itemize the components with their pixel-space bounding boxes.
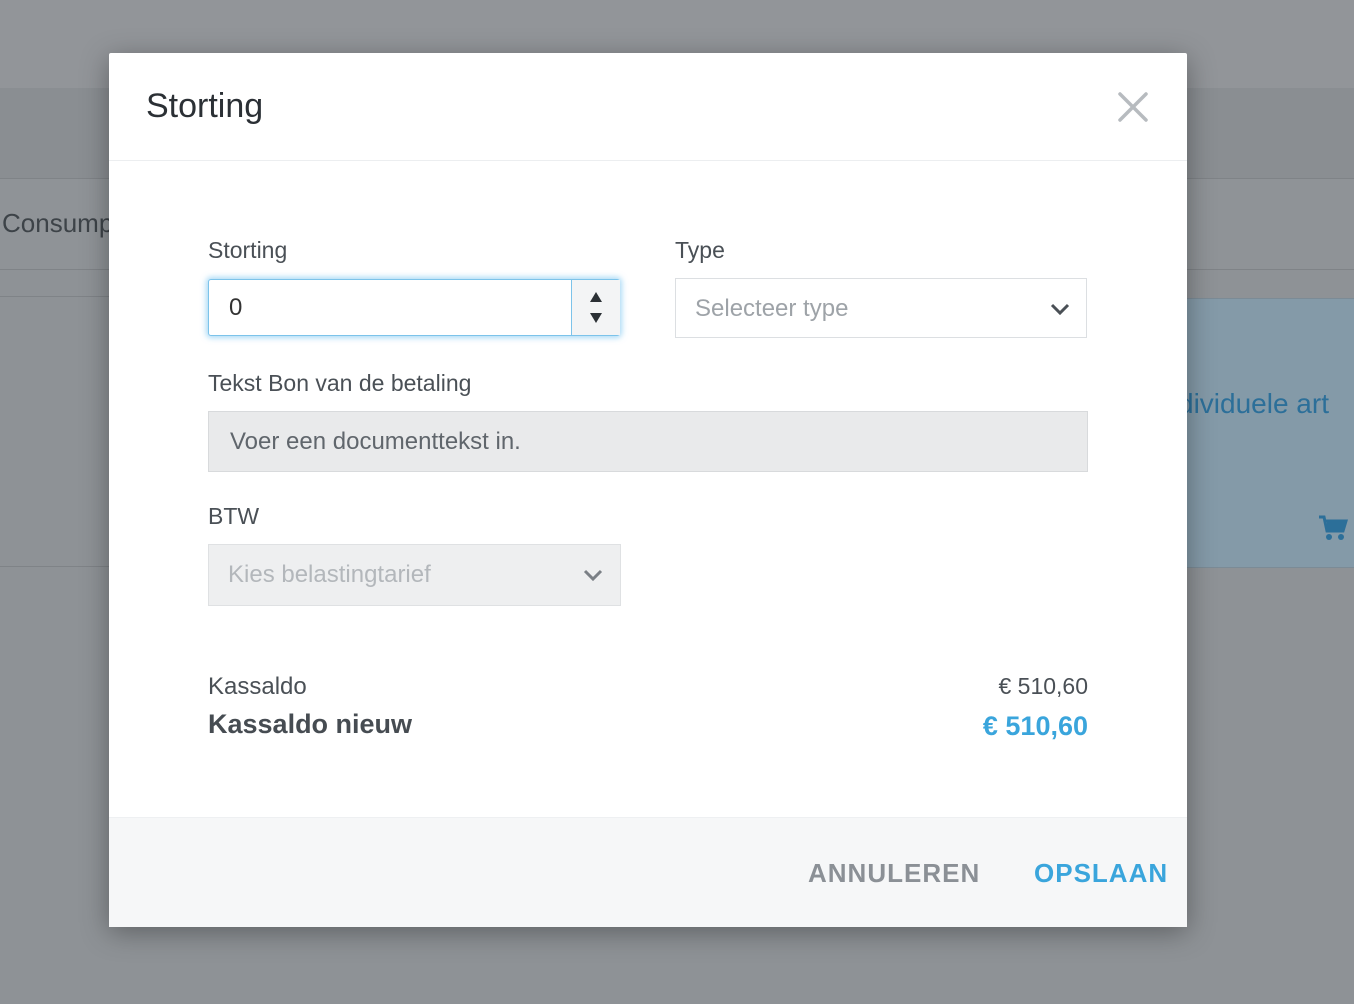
storting-label: Storting xyxy=(208,237,288,263)
btw-label: BTW xyxy=(208,503,260,529)
background-tab-label: Consump xyxy=(2,208,114,238)
balance-value: € 510,60 xyxy=(998,673,1088,699)
storting-stepper xyxy=(571,280,620,335)
chevron-down-icon xyxy=(583,569,603,581)
storting-input[interactable] xyxy=(209,280,571,335)
chevron-down-icon xyxy=(1050,303,1070,315)
btw-select-value: Kies belastingtarief xyxy=(228,561,431,588)
document-text-wrapper xyxy=(208,411,1088,472)
save-button[interactable]: OPSLAAN xyxy=(1034,858,1168,889)
storting-input-wrapper xyxy=(208,279,620,336)
cart-icon xyxy=(1319,515,1348,540)
balance-label: Kassaldo xyxy=(208,673,307,700)
document-text-input[interactable] xyxy=(209,412,1087,471)
stepper-down-icon[interactable] xyxy=(589,312,603,324)
background-card-label: dividuele art xyxy=(1178,388,1329,419)
deposit-modal: Storting Storting Type Selecteer type Te… xyxy=(109,53,1187,927)
type-label: Type xyxy=(675,237,725,263)
type-select-value: Selecteer type xyxy=(695,295,849,322)
close-icon[interactable] xyxy=(1115,89,1151,125)
new-balance-label: Kassaldo nieuw xyxy=(208,709,413,739)
new-balance-value: € 510,60 xyxy=(982,711,1088,741)
modal-header: Storting xyxy=(109,53,1187,161)
modal-footer: ANNULEREN OPSLAAN xyxy=(109,817,1187,927)
stepper-up-icon[interactable] xyxy=(589,291,603,303)
modal-title: Storting xyxy=(146,87,264,125)
btw-select[interactable]: Kies belastingtarief xyxy=(208,544,621,606)
document-text-label: Tekst Bon van de betaling xyxy=(208,370,472,396)
cancel-button[interactable]: ANNULEREN xyxy=(808,858,980,889)
type-select[interactable]: Selecteer type xyxy=(675,278,1087,338)
